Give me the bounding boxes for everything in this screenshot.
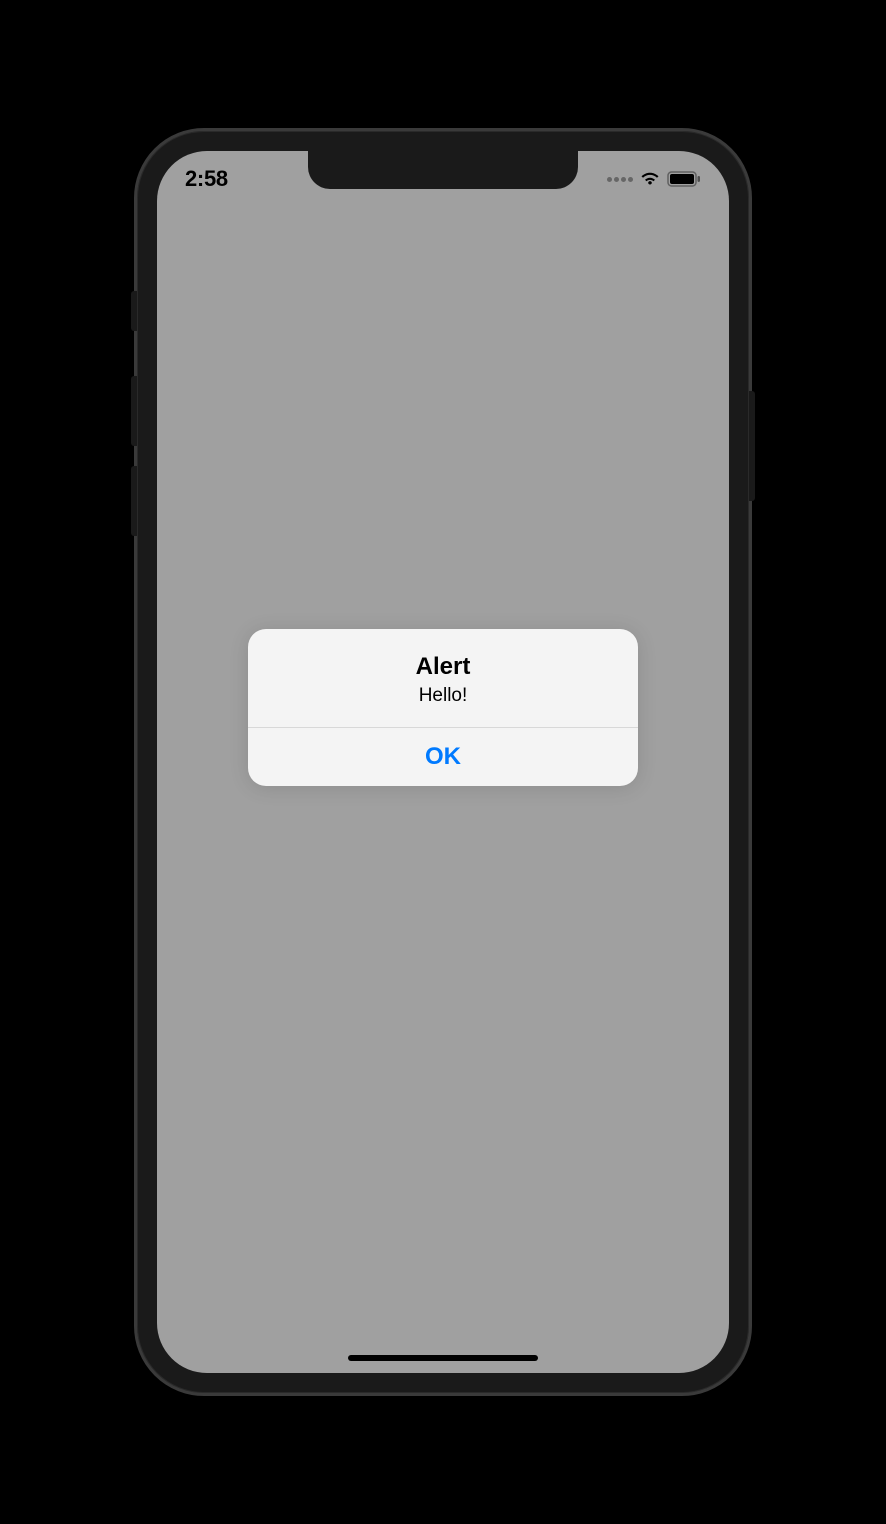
battery-icon — [667, 171, 701, 187]
mute-switch — [131, 291, 137, 331]
volume-down-button — [131, 466, 137, 536]
phone-screen: 2:58 — [157, 151, 729, 1373]
alert-message: Hello! — [268, 685, 618, 707]
phone-device-frame: 2:58 — [134, 128, 752, 1396]
alert-actions: OK — [248, 728, 638, 786]
device-notch — [308, 151, 578, 189]
power-button — [749, 391, 755, 501]
status-time: 2:58 — [185, 166, 228, 192]
home-indicator[interactable] — [348, 1355, 538, 1361]
status-indicators — [607, 171, 701, 187]
alert-dialog: Alert Hello! OK — [248, 629, 638, 786]
cellular-signal-icon — [607, 177, 633, 182]
alert-title: Alert — [268, 653, 618, 681]
ok-button[interactable]: OK — [248, 728, 638, 786]
alert-content: Alert Hello! — [248, 629, 638, 728]
wifi-icon — [639, 171, 661, 187]
volume-up-button — [131, 376, 137, 446]
